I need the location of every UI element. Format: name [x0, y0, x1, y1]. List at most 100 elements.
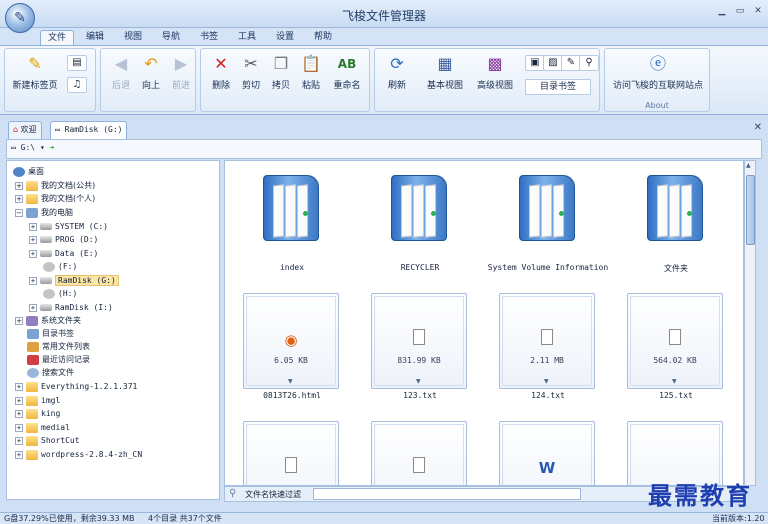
folder-name: 文件夹 [664, 264, 688, 273]
expand-icon[interactable]: + [29, 222, 37, 231]
tab-help[interactable]: 帮助 [308, 30, 338, 46]
file-item[interactable]: W [499, 421, 595, 485]
app-menu-orb[interactable]: ✎ [5, 3, 35, 33]
desktop-icon [13, 166, 25, 177]
expand-icon[interactable]: + [15, 409, 23, 418]
tree-item-personal-docs[interactable]: + 我的文档(个人) [15, 192, 95, 205]
new-tab-button[interactable]: ✎ 新建标签页 [9, 53, 61, 91]
tree-item-folder[interactable]: + wordpress-2.8.4-zh_CN [15, 448, 142, 461]
folder-item[interactable] [641, 165, 711, 245]
tree-item-drive-i[interactable]: + RamDisk (I:) [29, 301, 113, 314]
tree-item-drive-h[interactable]: (H:) [43, 287, 77, 300]
tab-welcome[interactable]: ⌂ 欢迎 [8, 121, 42, 139]
tree-item-common-files[interactable]: 常用文件列表 [27, 340, 90, 353]
tab-view[interactable]: 视图 [118, 30, 148, 46]
expand-icon[interactable]: + [29, 235, 37, 244]
tree-item-desktop[interactable]: 桌面 [13, 165, 44, 178]
bookmark-dir-dropdown[interactable]: 目录书签 [525, 79, 591, 95]
file-item[interactable] [371, 421, 467, 485]
tree-item-drive-e[interactable]: + Data (E:) [29, 247, 98, 260]
tree-item-drive-c[interactable]: + SYSTEM (C:) [29, 220, 108, 233]
tree-item-system-folders[interactable]: + 系统文件夹 [15, 314, 81, 327]
scroll-up-icon[interactable]: ▲ [746, 162, 751, 169]
tree-item-my-computer[interactable]: − 我的电脑 [15, 206, 73, 219]
terminal-icon[interactable]: ▣ [525, 55, 545, 71]
chevron-down-icon[interactable]: ▼ [544, 378, 549, 385]
chevron-down-icon[interactable]: ▼ [672, 378, 677, 385]
tree-item-drive-d[interactable]: + PROG (D:) [29, 233, 98, 246]
refresh-icon: ⟳ [390, 54, 404, 73]
tab-edit[interactable]: 编辑 [80, 30, 110, 46]
tree-item-drive-g[interactable]: + RamDisk (G:) [29, 274, 119, 287]
search-icon [27, 367, 39, 378]
chevron-down-icon[interactable]: ▾ [40, 143, 45, 152]
up-arrow-icon: ↶ [144, 54, 158, 73]
file-item[interactable]: 831.99 KB ▼ [371, 293, 467, 389]
tab-tools[interactable]: 工具 [232, 30, 262, 46]
tree-item-recent[interactable]: 最近访问记录 [27, 353, 90, 366]
chevron-down-icon[interactable]: ▼ [288, 378, 293, 385]
folder-image-icon[interactable]: ▨ [543, 55, 563, 71]
search-icon[interactable]: ⚲ [579, 55, 599, 71]
cd-drive-icon [43, 261, 55, 272]
cd-drive-icon [43, 288, 55, 299]
quick-filter-input[interactable] [313, 488, 581, 500]
copy-icon: ❐ [273, 54, 289, 73]
paste-button[interactable]: 📋 粘贴 [293, 53, 329, 91]
expand-icon[interactable]: + [15, 194, 23, 203]
file-name: 125.txt [659, 391, 693, 400]
tree-item-folder[interactable]: + imgl [15, 394, 60, 407]
tab-ramdisk[interactable]: ▭ RamDisk (G:) [50, 121, 128, 139]
expand-icon[interactable]: + [29, 303, 37, 312]
refresh-button[interactable]: ⟳ 刷新 [379, 53, 415, 91]
folder-item[interactable] [513, 165, 583, 245]
tree-item-bookmarks[interactable]: 目录书签 [27, 327, 74, 340]
tree-item-folder[interactable]: + king [15, 407, 60, 420]
tab-settings[interactable]: 设置 [270, 30, 300, 46]
tab-list-icon[interactable]: ▤ [67, 55, 87, 71]
tab-options-icon[interactable]: ♫ [67, 77, 87, 93]
expand-icon[interactable]: + [29, 249, 37, 258]
file-item[interactable]: 564.02 KB ▼ [627, 293, 723, 389]
scrollbar-thumb[interactable] [746, 175, 755, 245]
go-arrow-icon[interactable]: ➔ [50, 143, 55, 152]
expand-icon[interactable]: + [29, 276, 37, 285]
expand-icon[interactable]: + [15, 436, 23, 445]
expand-icon[interactable]: + [15, 382, 23, 391]
expand-icon[interactable]: + [15, 316, 23, 325]
rename-button[interactable]: AB 重命名 [329, 53, 365, 91]
expand-icon[interactable]: + [15, 396, 23, 405]
file-item[interactable]: ◉ 6.05 KB ▼ [243, 293, 339, 389]
close-window-button[interactable]: ✕ [752, 5, 764, 17]
advanced-view-button[interactable]: ▩ 高级视图 [473, 53, 517, 91]
vertical-scrollbar[interactable]: ▲ [744, 160, 756, 486]
expand-icon[interactable]: + [15, 181, 23, 190]
tab-bookmarks[interactable]: 书签 [194, 30, 224, 46]
tree-item-public-docs[interactable]: + 我的文档(公共) [15, 179, 95, 192]
visit-website-button[interactable]: ⓔ 访问飞梭的互联网站点 [609, 53, 707, 91]
new-tab-icon: ✎ [28, 54, 42, 73]
tab-file[interactable]: 文件 [40, 30, 74, 46]
forward-button[interactable]: ▶ 前进 [163, 53, 199, 91]
file-item[interactable]: 2.11 MB ▼ [499, 293, 595, 389]
expand-icon[interactable]: + [15, 450, 23, 459]
folder-item[interactable] [257, 165, 327, 245]
address-bar[interactable]: ▭ G:\ ▾ ➔ [6, 139, 762, 159]
basic-view-button[interactable]: ▦ 基本视图 [423, 53, 467, 91]
chevron-down-icon[interactable]: ▼ [416, 378, 421, 385]
expand-icon[interactable]: + [15, 423, 23, 432]
maximize-button[interactable]: ▭ [734, 5, 746, 17]
edit-note-icon[interactable]: ✎ [561, 55, 581, 71]
collapse-icon[interactable]: − [15, 208, 23, 217]
tree-item-folder[interactable]: + ShortCut [15, 434, 80, 447]
tab-navigate[interactable]: 导航 [156, 30, 186, 46]
tree-item-drive-f[interactable]: (F:) [43, 260, 77, 273]
tree-item-folder[interactable]: + Everything-1.2.1.371 [15, 380, 137, 393]
folder-item[interactable] [385, 165, 455, 245]
file-item[interactable] [243, 421, 339, 485]
tree-item-folder[interactable]: + medial [15, 421, 70, 434]
tree-item-search[interactable]: 搜索文件 [27, 366, 74, 379]
close-tab-icon[interactable]: ✕ [754, 122, 762, 133]
minimize-button[interactable]: ▁ [716, 5, 728, 17]
text-file-icon [538, 329, 556, 351]
